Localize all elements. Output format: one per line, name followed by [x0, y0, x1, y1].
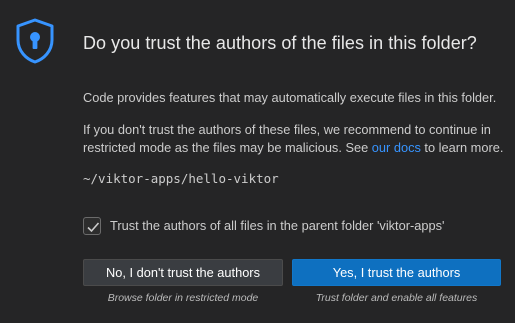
trust-parent-folder-label[interactable]: Trust the authors of all files in the pa…	[110, 218, 444, 233]
dialog-message-recommendation-line2: restricted mode as the files may be mali…	[83, 140, 503, 155]
workspace-trust-dialog: Do you trust the authors of the files in…	[0, 0, 515, 323]
trust-caption: Trust folder and enable all features	[315, 292, 478, 304]
docs-link[interactable]: our docs	[372, 140, 421, 155]
dialog-message-recommendation-line1: If you don't trust the authors of these …	[83, 122, 491, 137]
dont-trust-button[interactable]: No, I don't trust the authors	[83, 259, 283, 286]
checkmark-icon	[87, 222, 100, 233]
dont-trust-caption: Browse folder in restricted mode	[107, 292, 259, 304]
dialog-message-features: Code provides features that may automati…	[83, 90, 497, 105]
trust-parent-folder-checkbox[interactable]	[83, 217, 101, 235]
recommendation-text-before-link: restricted mode as the files may be mali…	[83, 140, 372, 155]
recommendation-text-after-link: to learn more.	[420, 140, 504, 155]
folder-path: ~/viktor-apps/hello-viktor	[83, 171, 279, 186]
trust-button[interactable]: Yes, I trust the authors	[292, 259, 501, 286]
shield-lock-icon	[15, 18, 55, 64]
dialog-title: Do you trust the authors of the files in…	[83, 33, 477, 53]
